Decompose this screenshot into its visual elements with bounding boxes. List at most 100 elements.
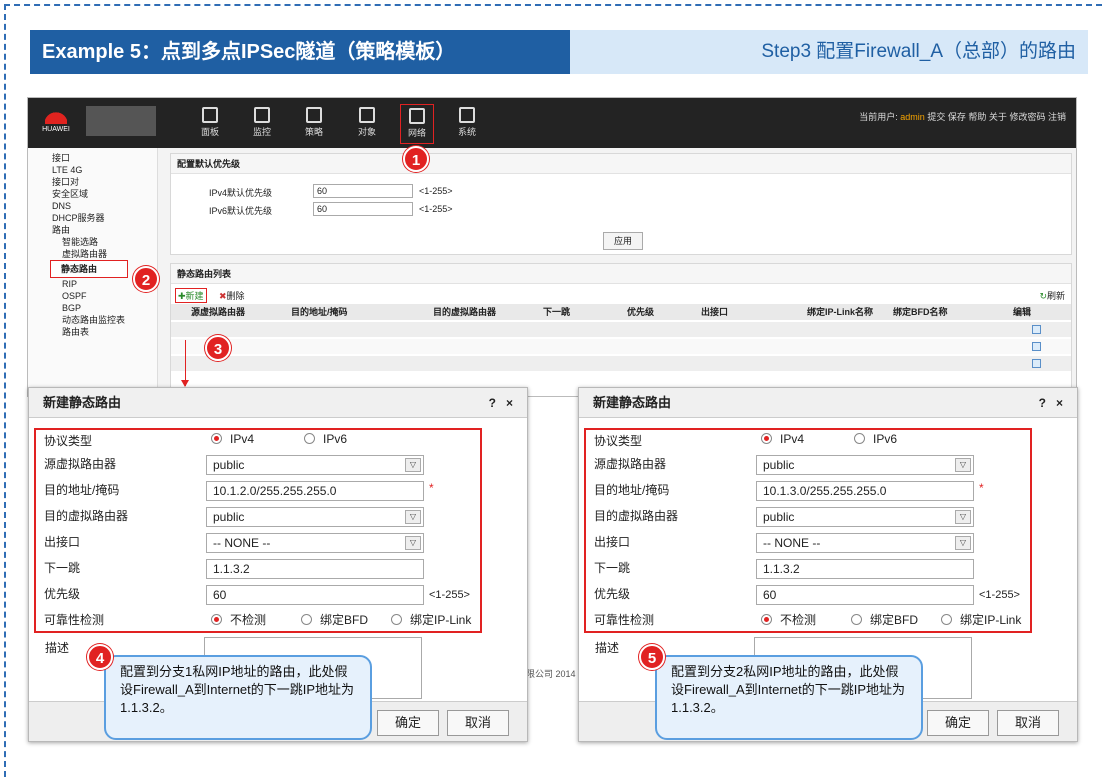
col-next-hop: 下一跳 — [543, 307, 571, 317]
arrow-down-icon — [181, 380, 189, 387]
sidebar-item-dynamic-route-monitor[interactable]: 动态路由监控表 — [28, 314, 157, 326]
protocol-label: 协议类型 — [594, 434, 643, 448]
apply-button[interactable]: 应用 — [603, 232, 643, 250]
sidebar-item-static-route[interactable]: 静态路由 — [50, 260, 128, 278]
ipv4-priority-label: IPv4默认优先级 — [209, 188, 273, 198]
next-hop-input[interactable]: 1.1.3.2 — [756, 559, 974, 579]
edit-icon[interactable] — [1032, 342, 1041, 351]
link-save[interactable]: 保存 — [948, 112, 966, 122]
sidebar-item-interface[interactable]: 接口 — [28, 152, 157, 164]
src-vr-select[interactable]: public ▽ — [756, 455, 974, 475]
ipv4-radio[interactable]: IPv4 — [211, 432, 254, 446]
refresh-button[interactable]: ↻刷新 — [1039, 289, 1065, 302]
sidebar-item-virtual-router[interactable]: 虚拟路由器 — [28, 248, 157, 260]
route-table-header: 源虚拟路由器 目的地址/掩码 目的虚拟路由器 下一跳 优先级 出接口 绑定IP-… — [171, 304, 1071, 320]
close-icon[interactable]: × — [1056, 396, 1063, 410]
step-badge-1: 1 — [403, 146, 429, 172]
nav-policy[interactable]: 策略 — [297, 104, 331, 144]
dest-input[interactable]: 10.1.3.0/255.255.255.0 — [756, 481, 974, 501]
col-dest: 目的地址/掩码 — [291, 307, 348, 317]
ipv6-priority-input[interactable]: 60 — [313, 202, 413, 216]
link-change-password[interactable]: 修改密码 — [1009, 112, 1045, 122]
out-if-label: 出接口 — [594, 535, 631, 549]
nav-monitor[interactable]: 监控 — [245, 104, 279, 144]
delete-route-button[interactable]: ✖删除 — [219, 289, 245, 302]
dialog-title: 新建静态路由? × — [579, 388, 1077, 418]
table-row[interactable] — [171, 339, 1071, 355]
ipv6-priority-label: IPv6默认优先级 — [209, 206, 273, 216]
check-iplink-radio[interactable]: 绑定IP-Link — [391, 611, 471, 628]
check-none-radio[interactable]: 不检测 — [211, 611, 266, 628]
new-route-button[interactable]: ✚新建 — [175, 288, 207, 303]
sidebar-item-dhcp[interactable]: DHCP服务器 — [28, 212, 157, 224]
check-bfd-radio[interactable]: 绑定BFD — [301, 611, 368, 628]
priority-input[interactable]: 60 — [206, 585, 424, 605]
check-none-radio[interactable]: 不检测 — [761, 611, 816, 628]
callout-branch2: 配置到分支2私网IP地址的路由，此处假设Firewall_A到Internet的… — [655, 655, 923, 740]
dest-label: 目的地址/掩码 — [44, 483, 120, 497]
ok-button[interactable]: 确定 — [927, 710, 989, 736]
src-vr-label: 源虚拟路由器 — [594, 457, 667, 471]
sidebar-item-route[interactable]: 路由 — [28, 224, 157, 236]
step-badge-4: 4 — [87, 644, 113, 670]
ipv4-priority-input[interactable]: 60 — [313, 184, 413, 198]
edit-icon[interactable] — [1032, 359, 1041, 368]
dest-vr-select[interactable]: public ▽ — [756, 507, 974, 527]
col-dest-vr: 目的虚拟路由器 — [433, 307, 497, 317]
static-route-panel: 静态路由列表 ✚新建 ✖删除 ↻刷新 源虚拟路由器 目的地址/掩码 目的虚拟路由… — [170, 263, 1072, 396]
check-iplink-radio[interactable]: 绑定IP-Link — [941, 611, 1021, 628]
table-row[interactable] — [171, 322, 1071, 338]
default-priority-panel: 配置默认优先级 IPv4默认优先级 60 <1-255> IPv6默认优先级 6… — [170, 153, 1072, 255]
out-if-select[interactable]: -- NONE -- ▽ — [206, 533, 424, 553]
step-badge-5: 5 — [639, 644, 665, 670]
sidebar-item-route-table[interactable]: 路由表 — [28, 326, 157, 338]
link-help[interactable]: 帮助 — [968, 112, 986, 122]
ipv6-priority-range: <1-255> — [419, 204, 453, 214]
dashboard-icon — [202, 107, 218, 123]
sidebar-item-dns[interactable]: DNS — [28, 200, 157, 212]
next-hop-label: 下一跳 — [594, 561, 631, 575]
nav-object[interactable]: 对象 — [350, 104, 384, 144]
dialog-title: 新建静态路由? × — [29, 388, 527, 418]
chevron-down-icon: ▽ — [405, 536, 421, 550]
sidebar-item-bgp[interactable]: BGP — [28, 302, 157, 314]
protocol-label: 协议类型 — [44, 434, 93, 448]
help-icon[interactable]: ? — [489, 396, 496, 410]
link-submit[interactable]: 提交 — [927, 112, 945, 122]
ipv4-radio[interactable]: IPv4 — [761, 432, 804, 446]
cancel-button[interactable]: 取消 — [997, 710, 1059, 736]
priority-input[interactable]: 60 — [756, 585, 974, 605]
link-logout[interactable]: 注销 — [1048, 112, 1066, 122]
help-icon[interactable]: ? — [1039, 396, 1046, 410]
ipv6-radio[interactable]: IPv6 — [854, 432, 897, 446]
desc-label: 描述 — [595, 641, 620, 655]
edit-icon[interactable] — [1032, 325, 1041, 334]
sidebar-item-smart-route[interactable]: 智能选路 — [28, 236, 157, 248]
cancel-button[interactable]: 取消 — [447, 710, 509, 736]
nav-system[interactable]: 系统 — [450, 104, 484, 144]
link-about[interactable]: 关于 — [989, 112, 1007, 122]
current-user: admin — [900, 112, 925, 122]
check-label: 可靠性检测 — [594, 613, 655, 627]
sidebar-item-ospf[interactable]: OSPF — [28, 290, 157, 302]
ipv6-radio[interactable]: IPv6 — [304, 432, 347, 446]
user-bar: 当前用户: admin 提交 保存 帮助 关于 修改密码 注销 — [859, 112, 1066, 122]
sidebar-item-interface-pair[interactable]: 接口对 — [28, 176, 157, 188]
nav-dashboard[interactable]: 面板 — [193, 104, 227, 144]
out-if-select[interactable]: -- NONE -- ▽ — [756, 533, 974, 553]
step-badge-3: 3 — [205, 335, 231, 361]
close-icon[interactable]: × — [506, 396, 513, 410]
next-hop-input[interactable]: 1.1.3.2 — [206, 559, 424, 579]
ipv4-priority-range: <1-255> — [419, 186, 453, 196]
check-bfd-radio[interactable]: 绑定BFD — [851, 611, 918, 628]
table-row[interactable] — [171, 356, 1071, 372]
dest-input[interactable]: 10.1.2.0/255.255.255.0 — [206, 481, 424, 501]
nav-network[interactable]: 网络 — [400, 104, 434, 144]
sidebar-item-lte[interactable]: LTE 4G — [28, 164, 157, 176]
dest-vr-select[interactable]: public ▽ — [206, 507, 424, 527]
sidebar-item-security-zone[interactable]: 安全区域 — [28, 188, 157, 200]
src-vr-select[interactable]: public ▽ — [206, 455, 424, 475]
dest-label: 目的地址/掩码 — [594, 483, 670, 497]
ok-button[interactable]: 确定 — [377, 710, 439, 736]
required-mark: * — [429, 481, 434, 495]
